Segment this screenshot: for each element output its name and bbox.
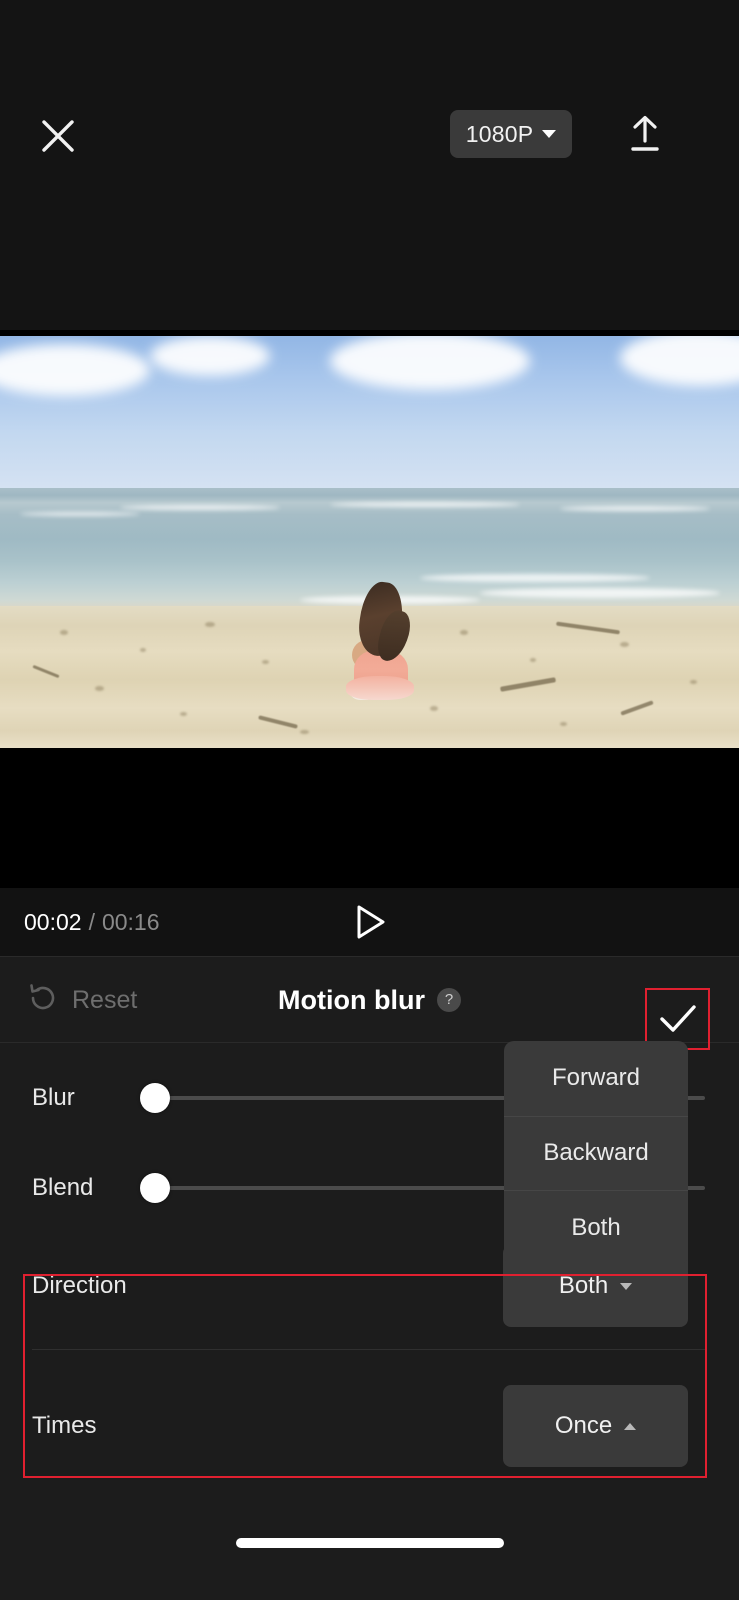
person-subject: [336, 579, 422, 700]
playback-row: 00:02 / 00:16: [0, 888, 739, 956]
slider-knob-blur[interactable]: [140, 1083, 170, 1113]
slider-knob-blend[interactable]: [140, 1173, 170, 1203]
resolution-label: 1080P: [465, 120, 534, 147]
undo-circle-icon: [28, 983, 58, 1018]
video-frame: [0, 330, 739, 748]
panel-header: Reset Motion blur ?: [0, 957, 739, 1043]
upload-icon[interactable]: [616, 106, 674, 162]
time-display: 00:02 / 00:16: [24, 888, 160, 956]
reset-button[interactable]: Reset: [28, 957, 137, 1043]
video-preview-area[interactable]: [0, 330, 739, 888]
row-divider: [32, 1349, 707, 1350]
help-icon[interactable]: ?: [436, 988, 461, 1012]
chevron-down-icon: [620, 1282, 633, 1290]
dropdown-item-both[interactable]: Both: [504, 1190, 688, 1265]
option-label-times: Times: [32, 1412, 97, 1439]
direction-dropdown-menu[interactable]: Forward Backward Both: [504, 1041, 688, 1265]
current-time: 00:02: [24, 908, 82, 935]
reset-label: Reset: [72, 985, 138, 1014]
dropdown-item-forward[interactable]: Forward: [504, 1041, 688, 1116]
resolution-button[interactable]: 1080P: [450, 110, 572, 158]
chevron-down-icon: [542, 130, 557, 138]
play-icon[interactable]: [336, 888, 404, 956]
option-label-direction: Direction: [32, 1272, 127, 1299]
slider-label-blend: Blend: [32, 1174, 94, 1201]
dropdown-item-backward[interactable]: Backward: [504, 1115, 688, 1191]
option-row-times[interactable]: Times Once: [0, 1385, 739, 1467]
total-duration: 00:16: [101, 908, 160, 935]
direction-value: Both: [558, 1272, 609, 1299]
time-separator: /: [88, 908, 95, 935]
panel-title-label: Motion blur: [278, 984, 425, 1015]
close-icon[interactable]: [30, 108, 86, 164]
times-value: Once: [554, 1412, 613, 1439]
slider-label-blur: Blur: [32, 1084, 75, 1111]
check-icon: [659, 1005, 696, 1032]
top-bar: 1080P: [0, 0, 739, 330]
app-screen: 1080P 00:02 / 00:16 Reset Motion blur ? …: [0, 0, 739, 1600]
home-indicator: [235, 1538, 504, 1548]
chevron-up-icon: [624, 1422, 637, 1430]
times-dropdown-button[interactable]: Once: [503, 1385, 688, 1467]
